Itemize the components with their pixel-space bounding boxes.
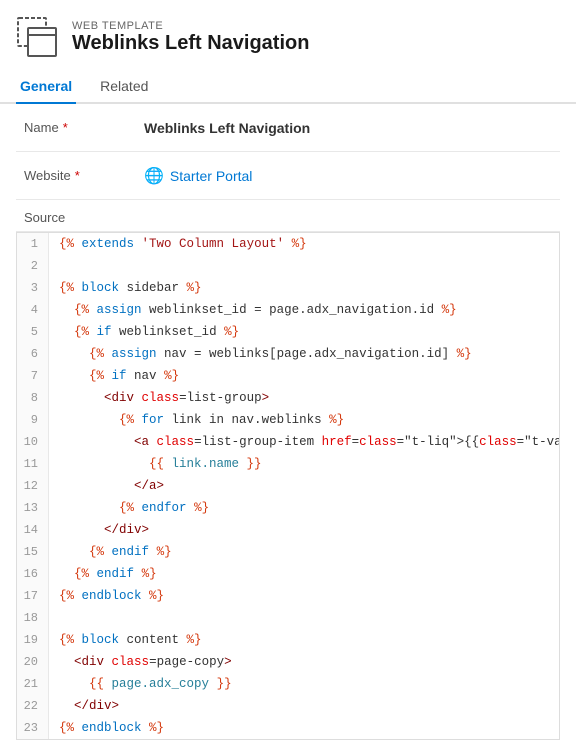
line-number: 6 <box>17 343 49 365</box>
line-content: {% endblock %} <box>49 717 559 739</box>
web-template-icon <box>16 16 58 58</box>
code-line: 7 {% if nav %} <box>17 365 559 387</box>
code-line: 23{% endblock %} <box>17 717 559 739</box>
code-line: 22 </div> <box>17 695 559 717</box>
line-content: <a class=list-group-item href=class="t-l… <box>49 431 560 453</box>
code-line: 9 {% for link in nav.weblinks %} <box>17 409 559 431</box>
line-number: 8 <box>17 387 49 409</box>
tab-related[interactable]: Related <box>96 70 152 104</box>
line-number: 13 <box>17 497 49 519</box>
code-editor[interactable]: 1{% extends 'Two Column Layout' %}2 3{% … <box>16 232 560 740</box>
line-number: 5 <box>17 321 49 343</box>
globe-icon: 🌐 <box>144 166 164 186</box>
source-label: Source <box>16 200 560 232</box>
line-content: {% endblock %} <box>49 585 559 607</box>
line-number: 21 <box>17 673 49 695</box>
line-number: 1 <box>17 233 49 255</box>
header-text: WEB TEMPLATE Weblinks Left Navigation <box>72 20 309 55</box>
line-number: 19 <box>17 629 49 651</box>
code-line: 8 <div class=list-group> <box>17 387 559 409</box>
line-number: 16 <box>17 563 49 585</box>
line-number: 14 <box>17 519 49 541</box>
line-number: 7 <box>17 365 49 387</box>
code-line: 13 {% endfor %} <box>17 497 559 519</box>
line-content: <div class=page-copy> <box>49 651 559 673</box>
name-value: Weblinks Left Navigation <box>144 120 310 136</box>
line-content: {% block sidebar %} <box>49 277 559 299</box>
code-line: 3{% block sidebar %} <box>17 277 559 299</box>
line-number: 17 <box>17 585 49 607</box>
form-section: Name* Weblinks Left Navigation Website* … <box>0 104 576 200</box>
tab-general[interactable]: General <box>16 70 76 104</box>
line-content: </div> <box>49 695 559 717</box>
line-content: {% if weblinkset_id %} <box>49 321 559 343</box>
code-line: 5 {% if weblinkset_id %} <box>17 321 559 343</box>
code-line: 16 {% endif %} <box>17 563 559 585</box>
line-content: {% block content %} <box>49 629 559 651</box>
line-content: </div> <box>49 519 559 541</box>
line-number: 11 <box>17 453 49 475</box>
line-number: 10 <box>17 431 49 453</box>
line-content: {% extends 'Two Column Layout' %} <box>49 233 559 255</box>
code-line: 21 {{ page.adx_copy }} <box>17 673 559 695</box>
source-section: Source 1{% extends 'Two Column Layout' %… <box>0 200 576 740</box>
code-line: 4 {% assign weblinkset_id = page.adx_nav… <box>17 299 559 321</box>
name-required-star: * <box>63 120 68 135</box>
line-number: 9 <box>17 409 49 431</box>
code-line: 20 <div class=page-copy> <box>17 651 559 673</box>
line-content: {{ link.name }} <box>49 453 559 475</box>
line-content: <div class=list-group> <box>49 387 559 409</box>
code-line: 19{% block content %} <box>17 629 559 651</box>
website-label: Website* <box>24 168 144 183</box>
line-content: {% endif %} <box>49 541 559 563</box>
code-line: 15 {% endif %} <box>17 541 559 563</box>
website-value: 🌐 Starter Portal <box>144 166 252 186</box>
line-content: {% endif %} <box>49 563 559 585</box>
line-content: {% if nav %} <box>49 365 559 387</box>
entity-type-label: WEB TEMPLATE <box>72 20 309 32</box>
page-header: WEB TEMPLATE Weblinks Left Navigation <box>0 0 576 70</box>
website-link[interactable]: Starter Portal <box>170 168 252 184</box>
line-number: 3 <box>17 277 49 299</box>
code-line: 11 {{ link.name }} <box>17 453 559 475</box>
line-number: 18 <box>17 607 49 629</box>
line-content: {{ page.adx_copy }} <box>49 673 559 695</box>
code-line: 1{% extends 'Two Column Layout' %} <box>17 233 559 255</box>
line-content: {% for link in nav.weblinks %} <box>49 409 559 431</box>
line-number: 23 <box>17 717 49 739</box>
tab-bar: General Related <box>0 70 576 104</box>
line-content: {% assign nav = weblinks[page.adx_naviga… <box>49 343 559 365</box>
line-content <box>49 255 559 277</box>
line-number: 12 <box>17 475 49 497</box>
line-number: 22 <box>17 695 49 717</box>
line-content: </a> <box>49 475 559 497</box>
line-number: 20 <box>17 651 49 673</box>
record-title: Weblinks Left Navigation <box>72 32 309 55</box>
line-content: {% endfor %} <box>49 497 559 519</box>
code-line: 14 </div> <box>17 519 559 541</box>
code-line: 18 <box>17 607 559 629</box>
website-field-row: Website* 🌐 Starter Portal <box>16 152 560 200</box>
line-number: 2 <box>17 255 49 277</box>
name-label: Name* <box>24 120 144 135</box>
name-field-row: Name* Weblinks Left Navigation <box>16 104 560 152</box>
code-line: 10 <a class=list-group-item href=class="… <box>17 431 559 453</box>
line-number: 4 <box>17 299 49 321</box>
code-line: 6 {% assign nav = weblinks[page.adx_navi… <box>17 343 559 365</box>
line-content <box>49 607 559 629</box>
code-line: 17{% endblock %} <box>17 585 559 607</box>
line-content: {% assign weblinkset_id = page.adx_navig… <box>49 299 559 321</box>
website-required-star: * <box>75 168 80 183</box>
code-line: 2 <box>17 255 559 277</box>
code-line: 12 </a> <box>17 475 559 497</box>
line-number: 15 <box>17 541 49 563</box>
